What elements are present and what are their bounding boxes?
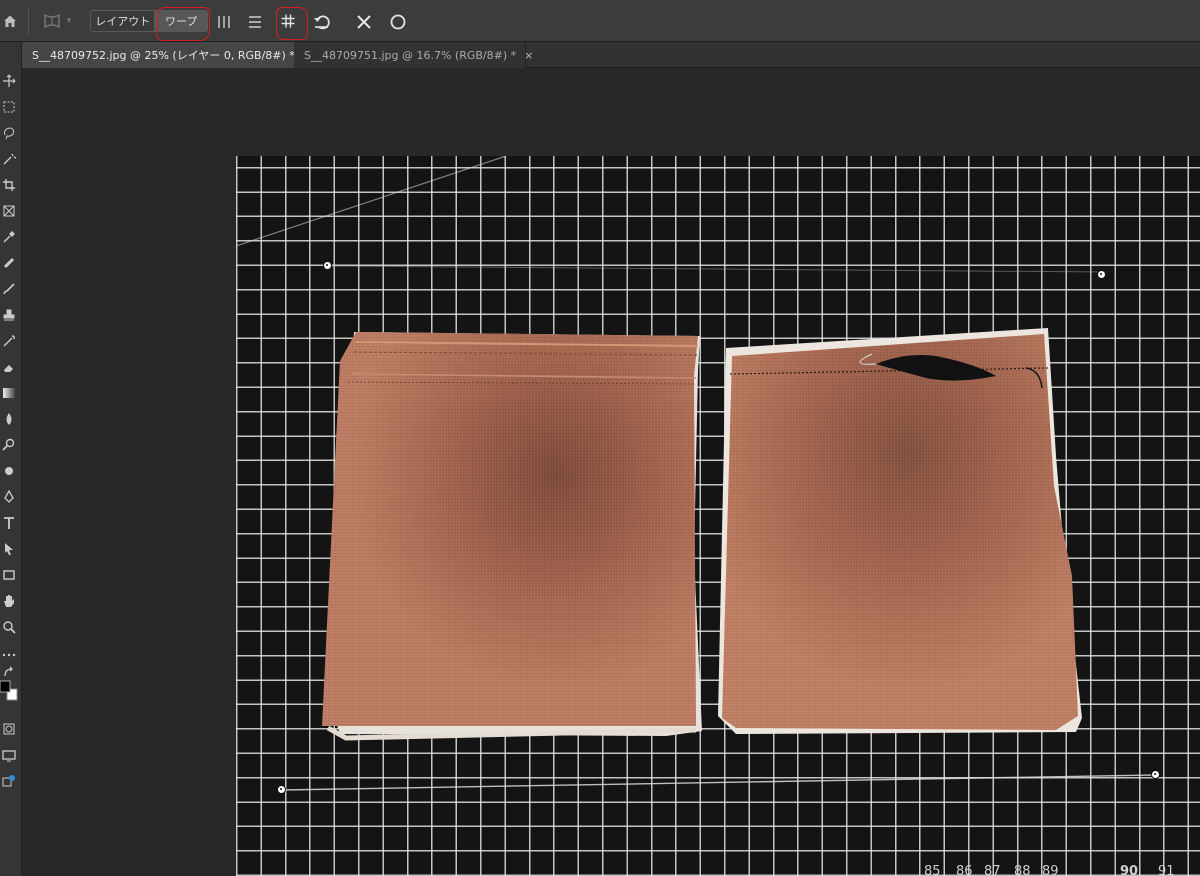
blur-icon[interactable]	[0, 410, 18, 428]
left-fabric-pouch	[322, 332, 702, 741]
gradient-icon[interactable]	[0, 384, 18, 402]
history-brush-icon[interactable]	[0, 332, 18, 350]
ruler-number: 89	[1042, 864, 1059, 876]
chevron-down-icon[interactable]: ▾	[64, 14, 74, 28]
path-select-icon[interactable]	[0, 540, 18, 558]
eraser-icon[interactable]	[0, 358, 18, 376]
mat-ruler-numbers: 85 86 87 88 89 90 91	[924, 864, 1175, 876]
tab-label: S__48709751.jpg @ 16.7% (RGB/8#) *	[304, 48, 517, 62]
ruler-number: 91	[1158, 864, 1175, 876]
type-tool-icon[interactable]	[0, 514, 18, 532]
healing-brush-icon[interactable]	[0, 254, 18, 272]
warp-handle-top-right[interactable]	[1097, 270, 1106, 279]
stamp-tool-icon[interactable]	[0, 306, 18, 324]
document-tabs: S__48709752.jpg @ 25% (レイヤー 0, RGB/8#) *…	[22, 42, 1200, 68]
marquee-tool-icon[interactable]	[0, 98, 18, 116]
crop-tool-icon[interactable]	[0, 176, 18, 194]
commit-icon[interactable]	[386, 10, 410, 34]
grid-icon[interactable]	[277, 10, 299, 32]
hand-tool-icon[interactable]	[0, 592, 18, 610]
dodge-icon[interactable]	[0, 436, 18, 454]
ruler-number: 87	[984, 864, 1001, 876]
zoom-tool-icon[interactable]	[0, 618, 18, 636]
rectangle-tool-icon[interactable]	[0, 566, 18, 584]
warp-tool-icon[interactable]	[38, 9, 66, 33]
home-icon[interactable]	[0, 9, 20, 33]
ruler-number: 85	[924, 864, 941, 876]
reset-warp-icon[interactable]	[310, 10, 334, 34]
move-tool-icon[interactable]	[0, 72, 18, 90]
pen-tool-icon[interactable]	[0, 488, 18, 506]
tools-panel	[0, 42, 22, 876]
tab-document-2[interactable]: S__48709751.jpg @ 16.7% (RGB/8#) * ×	[294, 42, 533, 68]
frame-tool-icon[interactable]	[0, 202, 18, 220]
magic-wand-icon[interactable]	[0, 150, 18, 168]
brush-tool-icon[interactable]	[0, 280, 18, 298]
share-icon[interactable]	[0, 772, 18, 790]
document-image[interactable]: 85 86 87 88 89 90 91	[236, 156, 1200, 876]
photo-overlay: 85 86 87 88 89 90 91	[236, 156, 1175, 876]
ruler-number: 90	[1120, 864, 1138, 876]
more-tools-icon[interactable]	[0, 646, 18, 664]
ruler-number: 88	[1014, 864, 1031, 876]
warp-handle-top-left[interactable]	[323, 261, 332, 270]
cancel-icon[interactable]	[352, 10, 376, 34]
close-icon[interactable]: ×	[524, 49, 533, 62]
lasso-tool-icon[interactable]	[0, 124, 18, 142]
warp-handle-bottom-left[interactable]	[277, 785, 286, 794]
mode-layout-button[interactable]: レイアウト	[91, 11, 156, 31]
color-swatch-icon[interactable]	[0, 680, 18, 701]
warp-handle-bottom-right[interactable]	[1151, 770, 1160, 779]
right-fabric-pouch	[718, 328, 1082, 734]
split-vertical-icon[interactable]	[213, 11, 235, 33]
split-horizontal-icon[interactable]	[244, 11, 266, 33]
eyedropper-icon-2[interactable]	[0, 462, 18, 480]
toolbar-divider	[28, 8, 29, 34]
quickmask-icon[interactable]	[0, 720, 18, 738]
ruler-number: 86	[956, 864, 973, 876]
options-bar: ▾ レイアウト ワープ	[0, 0, 1200, 42]
eyedropper-icon[interactable]	[0, 228, 18, 246]
tab-document-1[interactable]: S__48709752.jpg @ 25% (レイヤー 0, RGB/8#) *…	[22, 42, 312, 68]
tab-label: S__48709752.jpg @ 25% (レイヤー 0, RGB/8#) *	[32, 49, 295, 62]
warp-mode-switch: レイアウト ワープ	[90, 10, 208, 32]
mode-warp-button[interactable]: ワープ	[155, 11, 207, 31]
screen-mode-icon[interactable]	[0, 746, 18, 764]
